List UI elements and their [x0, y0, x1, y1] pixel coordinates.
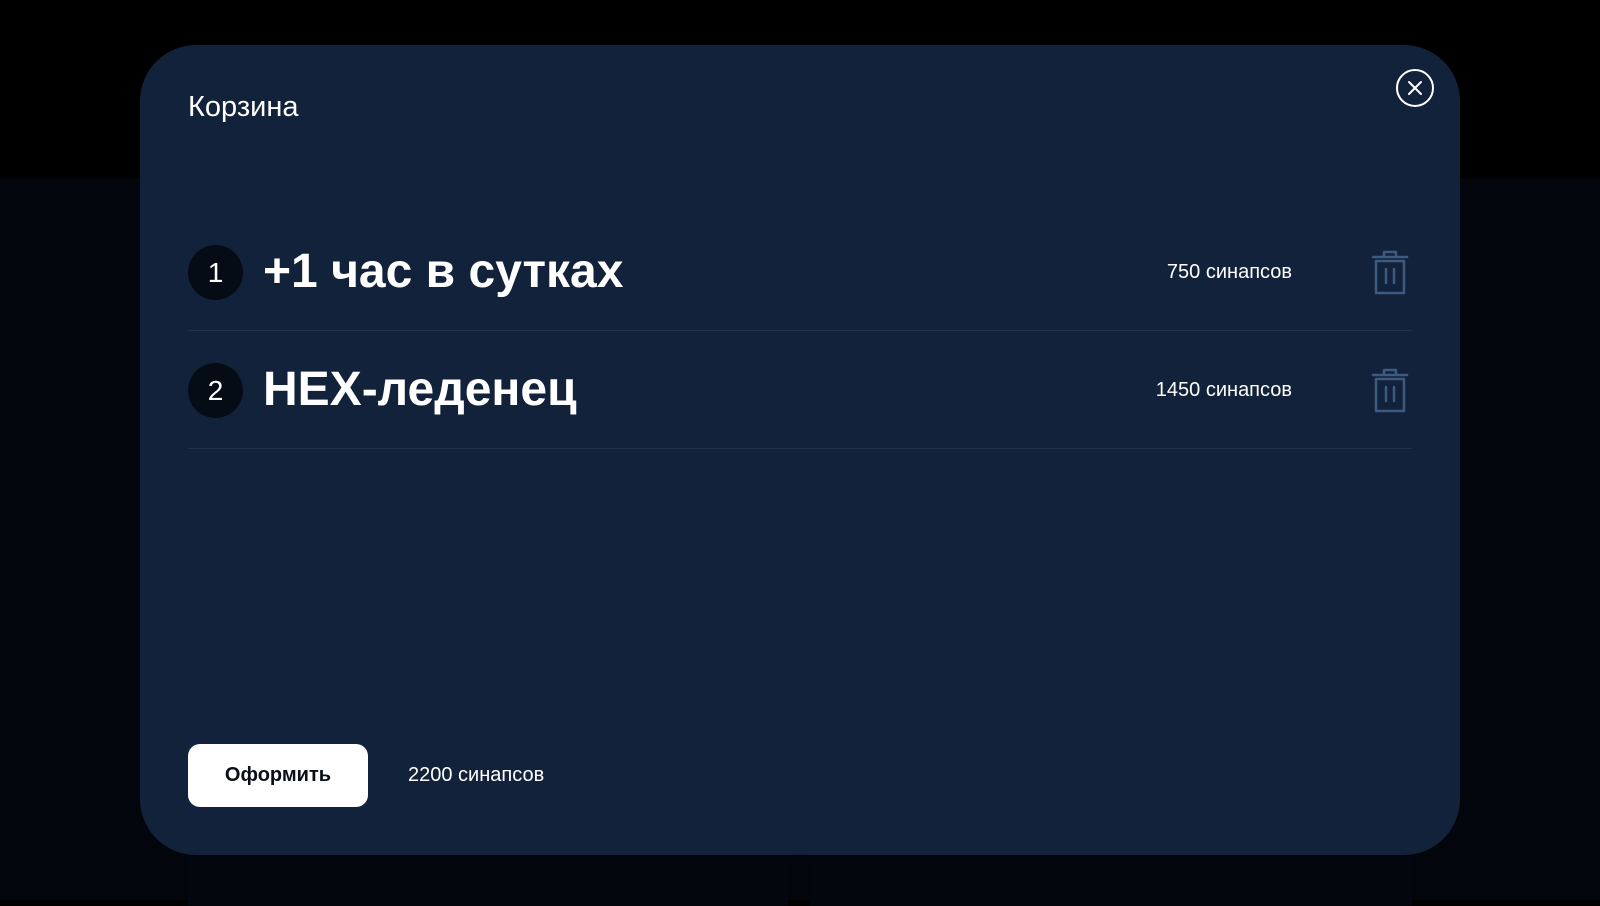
- checkout-button[interactable]: Оформить: [188, 744, 368, 807]
- background-card: [188, 846, 788, 906]
- item-title: HEX-леденец: [263, 363, 577, 416]
- cart-list: 1 +1 час в сутках 750 синапсов 2 HEX-лед…: [188, 225, 1412, 449]
- cart-footer: Оформить 2200 синапсов: [188, 744, 544, 807]
- delete-item-button[interactable]: [1368, 367, 1412, 415]
- trash-icon: [1371, 368, 1409, 413]
- item-title: +1 час в сутках: [263, 245, 624, 298]
- cart-total: 2200 синапсов: [408, 764, 545, 786]
- close-button[interactable]: [1396, 69, 1434, 107]
- item-number: 1: [188, 245, 243, 300]
- background-card: [810, 846, 1412, 906]
- trash-icon: [1371, 250, 1409, 295]
- modal-title: Корзина: [188, 91, 299, 123]
- cart-item: 2 HEX-леденец 1450 синапсов: [188, 331, 1412, 449]
- cart-modal: Корзина 1 +1 час в сутках 750 синапсов 2…: [140, 45, 1460, 855]
- cart-item: 1 +1 час в сутках 750 синапсов: [188, 213, 1412, 331]
- item-price: 750 синапсов: [1166, 261, 1292, 283]
- item-price: 1450 синапсов: [1155, 379, 1292, 401]
- delete-item-button[interactable]: [1368, 249, 1412, 297]
- close-icon: [1408, 81, 1422, 95]
- item-number: 2: [188, 363, 243, 418]
